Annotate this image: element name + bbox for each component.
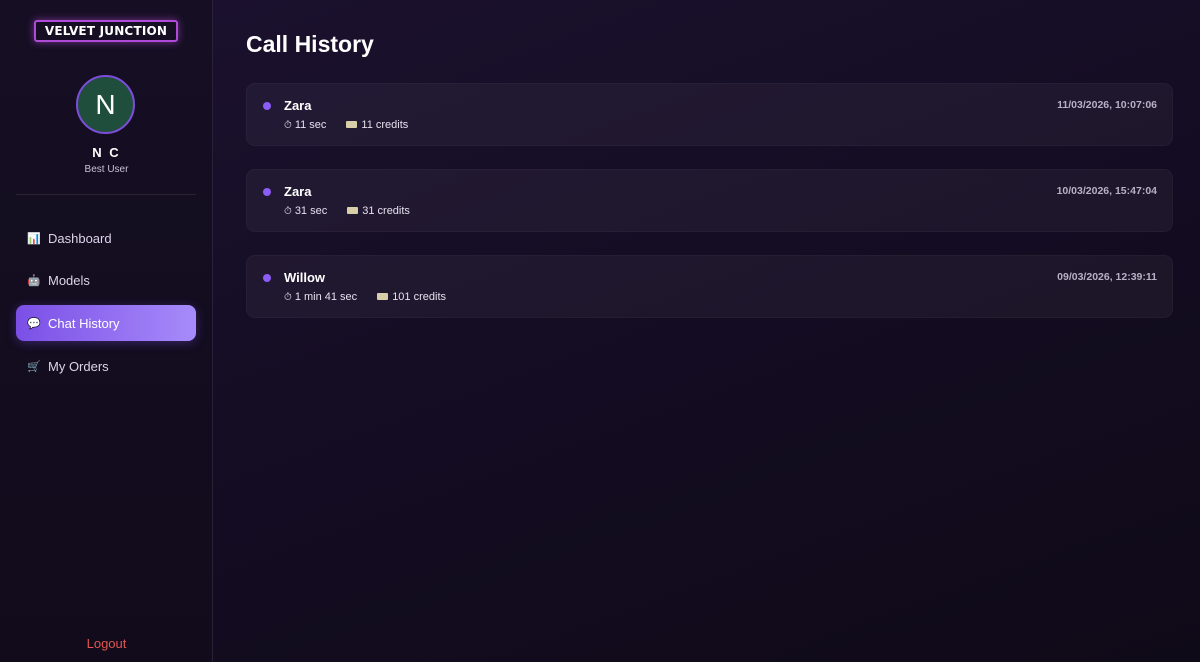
status-dot: [263, 188, 271, 196]
call-credits-group: 101 credits: [377, 291, 446, 303]
chat-icon: 💬: [27, 316, 41, 330]
call-meta: ⏱ 31 sec 31 credits: [284, 205, 410, 217]
sidebar-item-label: Models: [48, 273, 90, 289]
timer-icon: ⏱: [284, 291, 292, 303]
sidebar: VELVET JUNCTION N N C Best User 📊 Dashbo…: [0, 0, 213, 662]
call-meta: ⏱ 11 sec 11 credits: [284, 119, 408, 131]
timer-icon: ⏱: [284, 205, 292, 217]
sidebar-item-label: Dashboard: [48, 230, 112, 246]
sidebar-divider: [16, 194, 196, 195]
brand-logo[interactable]: VELVET JUNCTION: [34, 20, 178, 42]
call-card[interactable]: Zara ⏱ 31 sec 31 credits 10/03/2026, 15:…: [246, 169, 1173, 232]
call-duration: 11 sec: [294, 119, 327, 131]
call-credits-group: 11 credits: [346, 119, 408, 131]
sidebar-item-my-orders[interactable]: 🛒 My Orders: [16, 348, 196, 384]
avatar: N: [76, 75, 135, 134]
credit-card-icon: [377, 292, 389, 300]
logout-button[interactable]: Logout: [0, 636, 213, 651]
credit-card-icon: [346, 120, 358, 128]
call-credits: 11 credits: [361, 119, 409, 131]
call-duration: 1 min 41 sec: [294, 291, 358, 303]
cart-icon: 🛒: [27, 359, 41, 373]
call-timestamp: 09/03/2026, 12:39:11: [1057, 271, 1157, 283]
page-title: Call History: [246, 31, 374, 57]
models-icon: 🤖: [27, 274, 41, 288]
call-timestamp: 11/03/2026, 10:07:06: [1057, 99, 1157, 111]
call-credits: 101 credits: [392, 291, 446, 303]
dashboard-icon: 📊: [27, 231, 41, 245]
sidebar-item-dashboard[interactable]: 📊 Dashboard: [16, 220, 196, 256]
call-duration: 31 sec: [294, 205, 328, 217]
sidebar-item-label: Chat History: [48, 315, 120, 331]
status-dot: [263, 102, 271, 110]
sidebar-nav: 📊 Dashboard 🤖 Models 💬 Chat History 🛒 My…: [16, 220, 196, 391]
sidebar-item-models[interactable]: 🤖 Models: [16, 263, 196, 299]
status-dot: [263, 274, 271, 282]
caller-name: Zara: [284, 98, 312, 113]
credit-card-icon: [347, 206, 359, 214]
call-timestamp: 10/03/2026, 15:47:04: [1056, 185, 1157, 197]
timer-icon: ⏱: [284, 119, 292, 131]
app: VELVET JUNCTION N N C Best User 📊 Dashbo…: [0, 0, 1200, 662]
sidebar-item-label: My Orders: [48, 358, 109, 374]
caller-name: Willow: [284, 270, 326, 285]
call-card[interactable]: Willow ⏱ 1 min 41 sec 101 credits 09/03/…: [246, 255, 1173, 318]
call-meta: ⏱ 1 min 41 sec 101 credits: [284, 291, 446, 303]
user-role: Best User: [84, 164, 129, 175]
user-name: N C: [92, 145, 121, 160]
call-credits-group: 31 credits: [347, 205, 410, 217]
sidebar-item-chat-history[interactable]: 💬 Chat History: [16, 305, 196, 342]
caller-name: Zara: [284, 184, 312, 199]
call-card[interactable]: Zara ⏱ 11 sec 11 credits 11/03/2026, 10:…: [246, 83, 1173, 146]
main-content: Call History Zara ⏱ 11 sec 11 credits 11…: [214, 0, 1200, 662]
call-credits: 31 credits: [362, 205, 410, 217]
